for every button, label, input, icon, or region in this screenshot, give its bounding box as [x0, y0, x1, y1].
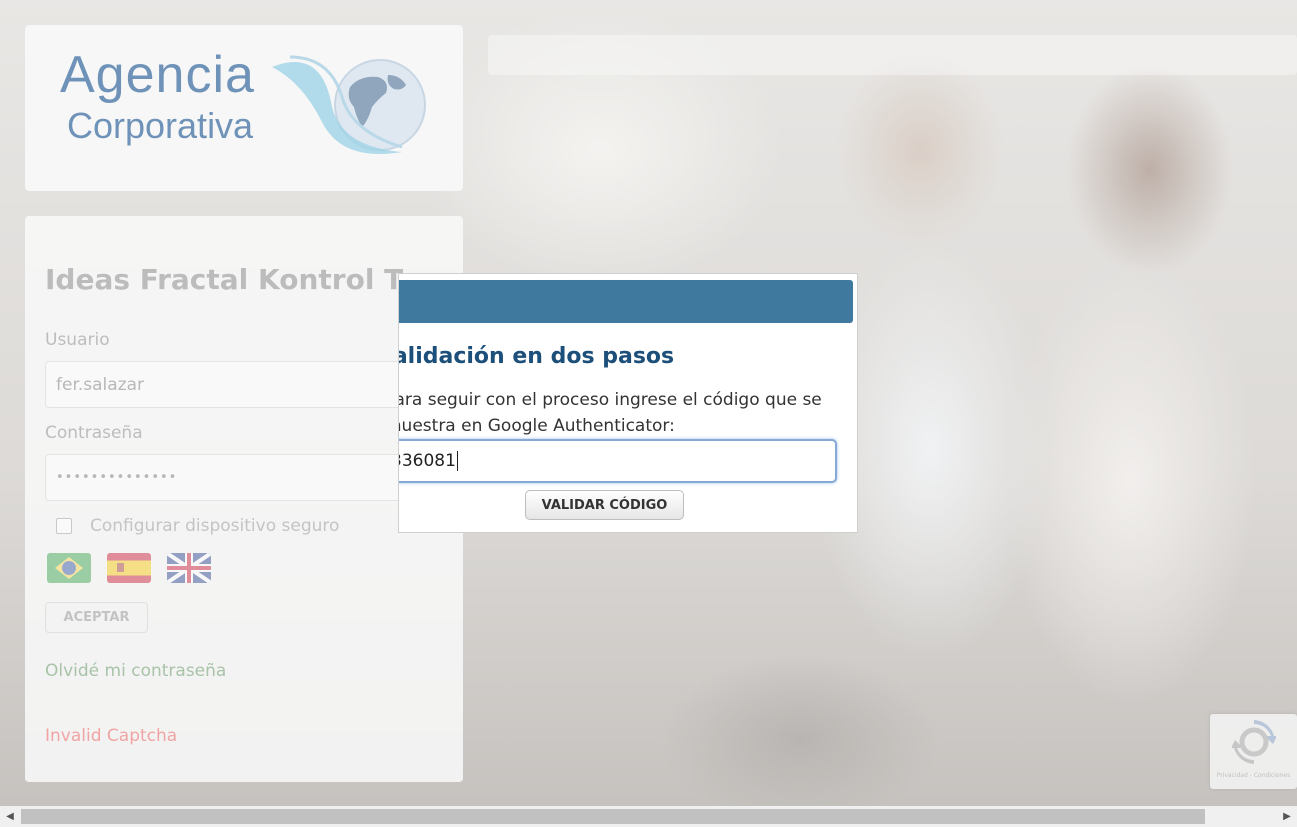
globe-logo-icon — [272, 55, 426, 154]
accept-button[interactable]: ACEPTAR — [45, 602, 148, 633]
scroll-right-arrow-icon[interactable]: ▶ — [1277, 806, 1297, 827]
flag-spain-icon[interactable] — [107, 553, 151, 583]
recaptcha-badge[interactable]: Privacidad - Condiciones — [1210, 714, 1297, 789]
modal-title: Validación en dos pasos — [398, 344, 675, 369]
captcha-error-text: Invalid Captcha — [45, 726, 178, 746]
password-label: Contraseña — [45, 423, 143, 443]
two-step-modal: Validación en dos pasos Para seguir con … — [398, 273, 858, 533]
horizontal-scrollbar[interactable]: ◀ ▶ — [0, 806, 1297, 827]
secure-device-checkbox[interactable] — [56, 518, 72, 534]
text-caret — [456, 451, 458, 471]
modal-instructions: Para seguir con el proceso ingrese el có… — [398, 390, 822, 436]
scroll-thumb[interactable] — [21, 809, 1205, 824]
secure-device-label: Configurar dispositivo seguro — [90, 516, 340, 536]
recaptcha-text[interactable]: Privacidad - Condiciones — [1210, 772, 1297, 779]
secure-device-row[interactable]: Configurar dispositivo seguro — [56, 516, 339, 536]
validate-code-button[interactable]: VALIDAR CÓDIGO — [525, 490, 684, 520]
logo-card: Agencia Corporativa — [25, 25, 463, 191]
recaptcha-icon — [1232, 720, 1276, 764]
forgot-password-link[interactable]: Olvidé mi contraseña — [45, 661, 226, 681]
username-label: Usuario — [45, 330, 110, 350]
auth-code-input[interactable]: 336081 — [399, 439, 837, 483]
flag-brazil-icon[interactable] — [47, 553, 91, 583]
scroll-left-arrow-icon[interactable]: ◀ — [0, 806, 20, 827]
logo-line1: Agencia — [60, 46, 255, 104]
top-bar — [488, 35, 1297, 75]
flag-uk-icon[interactable] — [167, 553, 211, 583]
language-flags — [47, 553, 211, 583]
logo-line2: Corporativa — [67, 105, 254, 146]
modal-header — [399, 280, 853, 323]
auth-code-value: 336081 — [399, 451, 456, 471]
